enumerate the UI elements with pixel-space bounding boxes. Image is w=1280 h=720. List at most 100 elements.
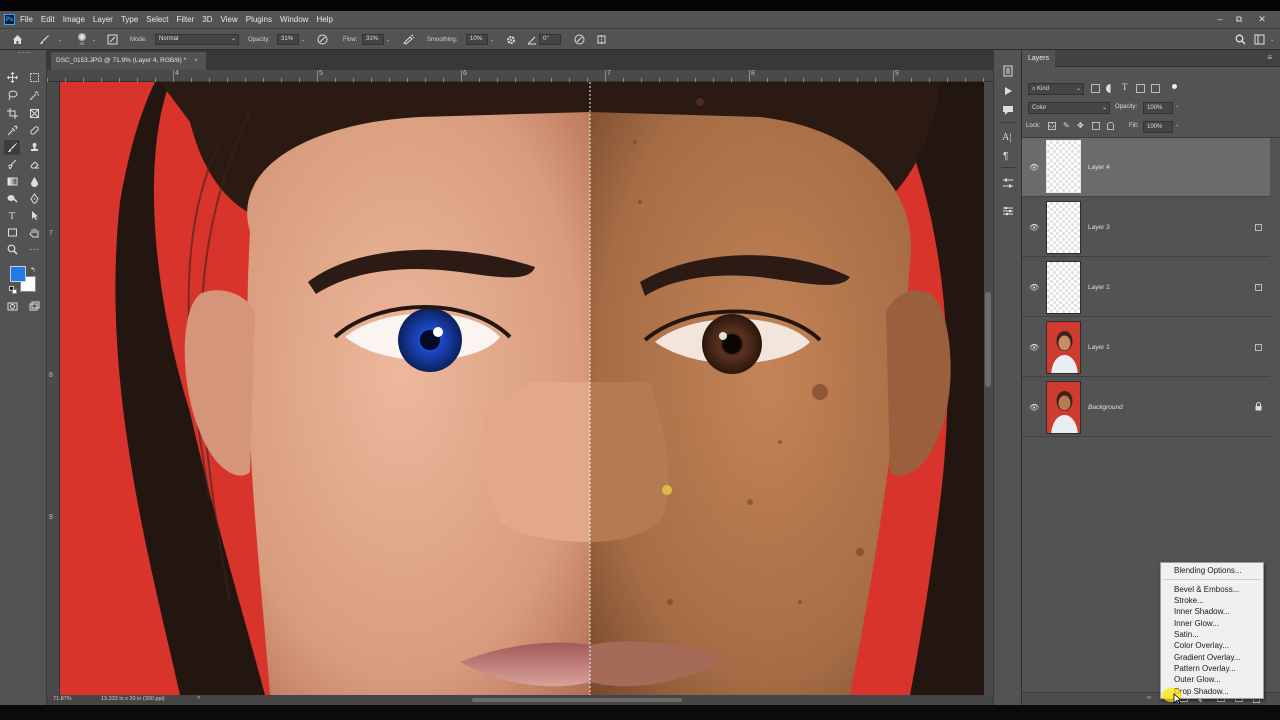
menu-item-color-overlay[interactable]: Color Overlay... <box>1174 641 1229 650</box>
dodge-tool-icon[interactable] <box>4 191 20 206</box>
close-tab-button[interactable]: × <box>194 57 198 64</box>
menu-window[interactable]: Window <box>280 15 308 24</box>
layers-tab[interactable]: Layers <box>1022 50 1056 67</box>
layer-row-layer-3[interactable]: 👁 Layer 3 ▫ <box>1022 198 1270 257</box>
menu-item-outer-glow[interactable]: Outer Glow... <box>1174 675 1221 684</box>
frame-tool-icon[interactable] <box>26 106 42 121</box>
screen-mode-icon[interactable] <box>26 299 42 314</box>
menu-item-bevel-emboss[interactable]: Bevel & Emboss... <box>1174 585 1239 594</box>
layer-opacity-input[interactable]: 100% <box>1143 102 1173 114</box>
paragraph-panel-icon[interactable]: ¶ <box>1003 151 1008 162</box>
menu-3d[interactable]: 3D <box>202 15 212 24</box>
gradient-tool-icon[interactable] <box>4 174 20 189</box>
eraser-tool-icon[interactable] <box>26 157 42 172</box>
layer-name[interactable]: Layer 3 <box>1088 224 1110 231</box>
lock-artboard-icon[interactable] <box>1092 122 1100 130</box>
visibility-eye-icon[interactable]: 👁 <box>1029 344 1039 352</box>
quick-mask-icon[interactable] <box>4 299 20 314</box>
menu-item-gradient-overlay[interactable]: Gradient Overlay... <box>1174 653 1241 662</box>
fill-chevron-icon[interactable]: ⌄ <box>1175 122 1179 128</box>
filter-type-icon[interactable]: T <box>1122 82 1128 92</box>
status-menu-arrow[interactable]: > <box>197 695 200 701</box>
menu-item-blending-options[interactable]: Blending Options... <box>1174 566 1242 575</box>
adjustments-panel-icon[interactable] <box>1002 205 1014 219</box>
eyedropper-tool-icon[interactable] <box>4 123 20 138</box>
workspace-chevron-icon[interactable]: ⌄ <box>1270 33 1274 46</box>
pressure-size-icon[interactable] <box>573 33 586 46</box>
menu-item-stroke[interactable]: Stroke... <box>1174 596 1204 605</box>
blur-tool-icon[interactable] <box>26 174 42 189</box>
history-panel-icon[interactable] <box>1002 65 1014 79</box>
home-icon[interactable] <box>10 33 24 46</box>
restore-button[interactable]: ⧉ <box>1231 12 1247 26</box>
symmetry-icon[interactable] <box>595 33 608 46</box>
rectangle-tool-icon[interactable] <box>4 225 20 240</box>
menu-help[interactable]: Help <box>316 15 332 24</box>
layer-name[interactable]: Layer 1 <box>1088 344 1110 351</box>
brush-chevron-icon[interactable]: ⌄ <box>92 33 98 46</box>
fill-input[interactable]: 100% <box>1143 121 1173 133</box>
close-window-button[interactable]: ✕ <box>1254 12 1270 26</box>
visibility-eye-icon[interactable]: 👁 <box>1029 224 1039 232</box>
flow-chevron-icon[interactable]: ⌄ <box>386 33 390 46</box>
menu-file[interactable]: File <box>20 15 33 24</box>
brush-tool-icon[interactable] <box>37 33 51 46</box>
document-tab[interactable]: DSC_0153.JPG @ 71.9% (Layer 4, RGB/8) * … <box>51 52 206 70</box>
layer-opacity-chevron-icon[interactable]: ⌄ <box>1175 103 1179 109</box>
crop-tool-icon[interactable] <box>4 106 20 121</box>
menu-item-inner-glow[interactable]: Inner Glow... <box>1174 619 1219 628</box>
visibility-eye-icon[interactable]: 👁 <box>1029 164 1039 172</box>
search-icon[interactable] <box>1234 33 1247 46</box>
layer-name[interactable]: Layer 4 <box>1088 164 1110 171</box>
visibility-eye-icon[interactable]: 👁 <box>1029 404 1039 412</box>
clone-stamp-tool-icon[interactable] <box>26 140 42 155</box>
actions-play-icon[interactable] <box>1003 86 1013 98</box>
edit-toolbar-icon[interactable]: ··· <box>26 242 42 257</box>
layer-row-layer-4[interactable]: 👁 Layer 4 <box>1022 138 1270 197</box>
zoom-level[interactable]: 71.87% <box>53 696 72 702</box>
brush-settings-icon[interactable] <box>106 33 118 46</box>
horizontal-scroll-thumb[interactable] <box>472 698 682 702</box>
smoothing-settings-gear-icon[interactable] <box>505 33 517 46</box>
angle-input[interactable]: 0° <box>539 34 561 45</box>
healing-brush-tool-icon[interactable] <box>26 123 42 138</box>
menu-item-drop-shadow[interactable]: Drop Shadow... <box>1174 687 1229 696</box>
comments-icon[interactable] <box>1002 105 1014 118</box>
tool-preset-chevron-icon[interactable]: ⌄ <box>58 33 64 46</box>
filter-shape-icon[interactable] <box>1136 84 1145 93</box>
menu-item-inner-shadow[interactable]: Inner Shadow... <box>1174 607 1230 616</box>
filter-pixel-icon[interactable] <box>1091 84 1100 93</box>
lock-transparency-icon[interactable] <box>1048 122 1056 130</box>
document-canvas[interactable] <box>60 82 984 695</box>
layer-name[interactable]: Background <box>1088 404 1123 411</box>
vertical-scrollbar[interactable] <box>984 82 993 695</box>
menu-view[interactable]: View <box>221 15 238 24</box>
lock-position-icon[interactable]: ✥ <box>1077 121 1084 130</box>
layer-style-badge-icon[interactable]: ▫ <box>1255 284 1262 291</box>
workspace-icon[interactable] <box>1253 33 1266 46</box>
filter-toggle-icon[interactable] <box>1172 84 1177 89</box>
filter-smart-object-icon[interactable] <box>1151 84 1160 93</box>
layer-row-background[interactable]: 👁 Background <box>1022 378 1270 437</box>
lock-pixels-icon[interactable]: ✎ <box>1063 121 1070 130</box>
menu-item-satin[interactable]: Satin... <box>1174 630 1199 639</box>
brush-tool-active-icon[interactable] <box>4 140 20 155</box>
mode-select[interactable]: Normal ⌄ <box>155 34 239 45</box>
menu-edit[interactable]: Edit <box>41 15 55 24</box>
airbrush-icon[interactable] <box>402 33 416 46</box>
object-selection-tool-icon[interactable] <box>26 88 42 103</box>
pressure-opacity-icon[interactable] <box>316 33 329 46</box>
character-panel-icon[interactable]: A| <box>1002 132 1011 143</box>
menu-layer[interactable]: Layer <box>93 15 113 24</box>
swap-colors-icon[interactable]: ↰ <box>30 266 36 274</box>
blend-mode-select[interactable]: Color ⌄ <box>1028 102 1110 114</box>
layer-name[interactable]: Layer 2 <box>1088 284 1110 291</box>
vertical-scroll-thumb[interactable] <box>985 292 991 387</box>
lock-all-icon[interactable] <box>1107 122 1114 130</box>
opacity-chevron-icon[interactable]: ⌄ <box>301 33 305 46</box>
foreground-color-swatch[interactable] <box>10 266 26 282</box>
minimize-button[interactable]: – <box>1212 12 1228 26</box>
opacity-input[interactable]: 31% <box>277 34 299 45</box>
properties-panel-icon[interactable] <box>1002 177 1014 191</box>
menu-plugins[interactable]: Plugins <box>246 15 272 24</box>
